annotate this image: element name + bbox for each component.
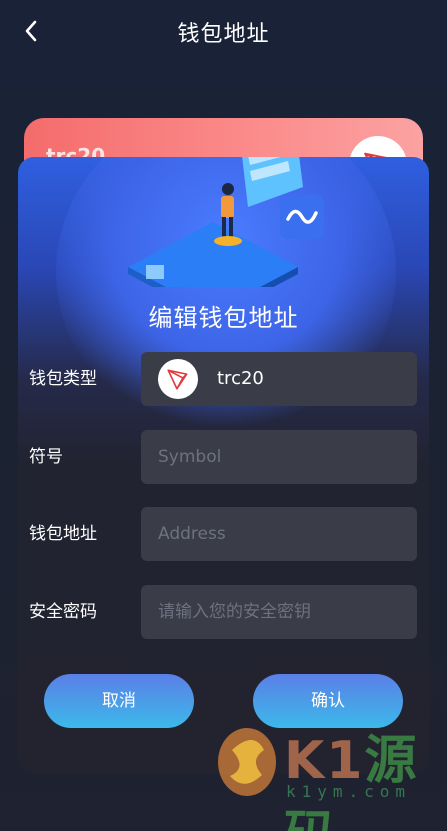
dialog-title: 编辑钱包地址 <box>148 304 299 332</box>
wallet-type-select[interactable]: trc20 <box>141 352 417 406</box>
security-password-field-box <box>141 585 417 639</box>
edit-wallet-dialog: 编辑钱包地址 钱包类型 trc20 符号 钱包地址 安全密码 <box>18 157 429 774</box>
security-password-row: 安全密码 <box>18 585 429 639</box>
cancel-button[interactable]: 取消 <box>44 674 194 728</box>
wallet-type-row: 钱包类型 trc20 <box>18 352 429 406</box>
address-label: 钱包地址 <box>29 524 97 544</box>
watermark: K1源码 k1ym.com <box>214 712 444 831</box>
wallet-type-label: 钱包类型 <box>29 369 97 389</box>
symbol-field-box <box>141 430 417 484</box>
symbol-input[interactable] <box>141 430 417 484</box>
address-field-box <box>141 507 417 561</box>
symbol-label: 符号 <box>29 447 63 467</box>
address-row: 钱包地址 <box>18 507 429 561</box>
watermark-brand: K1源码 <box>284 718 444 831</box>
security-password-label: 安全密码 <box>29 602 97 622</box>
security-password-input[interactable] <box>141 585 417 639</box>
wallet-type-value: trc20 <box>217 368 264 389</box>
wallet-illustration <box>128 157 324 287</box>
watermark-logo-icon <box>218 728 276 796</box>
symbol-row: 符号 <box>18 430 429 484</box>
watermark-url: k1ym.com <box>286 782 412 801</box>
tron-logo-icon <box>158 359 198 399</box>
address-input[interactable] <box>141 507 417 561</box>
nav-bar: 钱包地址 <box>0 0 447 62</box>
page-title: 钱包地址 <box>177 22 270 47</box>
